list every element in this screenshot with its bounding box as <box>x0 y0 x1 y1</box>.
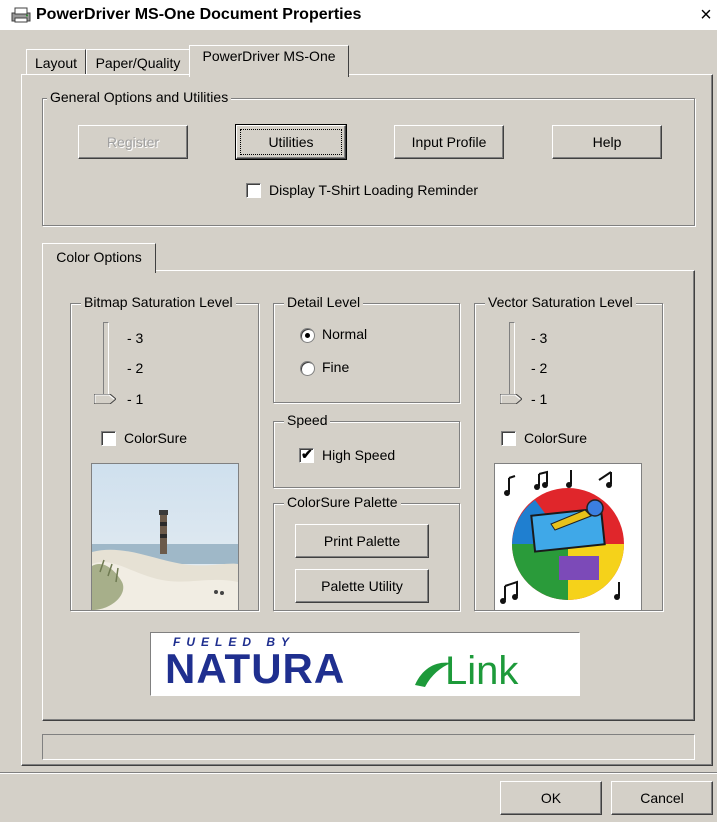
naturalink-logo: FUELED BY NATURA Link <box>150 632 580 696</box>
tshirt-reminder-checkbox[interactable] <box>246 183 261 198</box>
close-icon[interactable]: × <box>696 4 716 26</box>
high-speed-checkbox[interactable]: ✔ <box>299 446 314 463</box>
footer-separator <box>0 772 717 774</box>
palette-utility-button[interactable]: Palette Utility <box>295 569 429 603</box>
vector-saturation-track <box>509 322 515 404</box>
vector-tick-1: - 1 <box>531 391 548 407</box>
input-profile-button[interactable]: Input Profile <box>394 125 504 159</box>
print-palette-button-label: Print Palette <box>323 533 401 549</box>
general-options-group: General Options and Utilities <box>42 89 695 226</box>
radio-selected-dot <box>305 333 310 338</box>
tab-paper-quality[interactable]: Paper/Quality <box>86 49 190 76</box>
bitmap-tick-1: - 1 <box>127 391 144 407</box>
logo-brand-left: NATURA <box>165 645 346 692</box>
tab-powerdriver-label: PowerDriver MS-One <box>202 48 336 64</box>
checkmark-icon: ✔ <box>301 446 313 462</box>
bitmap-colorsure-label: ColorSure <box>124 430 188 446</box>
tab-layout-label: Layout <box>34 55 78 71</box>
bitmap-colorsure-checkbox[interactable] <box>101 431 116 446</box>
focus-ring <box>240 129 342 155</box>
speed-legend: Speed <box>284 412 331 428</box>
bitmap-saturation-legend: Bitmap Saturation Level <box>81 294 236 310</box>
bitmap-saturation-slider-thumb[interactable] <box>94 394 116 404</box>
vector-tick-2: - 2 <box>531 360 548 376</box>
properties-window: PowerDriver MS-One Document Properties ×… <box>0 0 717 822</box>
detail-level-legend: Detail Level <box>284 294 364 310</box>
utilities-button[interactable]: Utilities <box>235 124 347 160</box>
cancel-button-label: Cancel <box>640 790 684 806</box>
detail-fine-label: Fine <box>322 359 350 375</box>
bitmap-preview-image <box>91 463 239 611</box>
colorsure-palette-legend: ColorSure Palette <box>284 494 401 510</box>
tab-color-options-label: Color Options <box>56 249 142 265</box>
tshirt-reminder-label: Display T-Shirt Loading Reminder <box>269 182 479 198</box>
tab-color-options[interactable]: Color Options <box>42 243 156 273</box>
detail-normal-label: Normal <box>322 326 368 342</box>
window-title: PowerDriver MS-One Document Properties <box>36 6 362 23</box>
help-button[interactable]: Help <box>552 125 662 159</box>
bitmap-saturation-track <box>103 322 109 404</box>
ok-button-label: OK <box>540 790 562 806</box>
vector-saturation-legend: Vector Saturation Level <box>485 294 636 310</box>
logo-brand-right: Link <box>445 649 519 693</box>
input-profile-button-label: Input Profile <box>411 134 487 150</box>
detail-fine-radio[interactable] <box>300 361 315 376</box>
tab-paper-quality-label: Paper/Quality <box>95 55 181 71</box>
register-button-label: Register <box>106 134 160 150</box>
vector-colorsure-label: ColorSure <box>524 430 588 446</box>
detail-normal-radio[interactable] <box>300 328 315 343</box>
cancel-button[interactable]: Cancel <box>611 781 713 815</box>
palette-utility-button-label: Palette Utility <box>321 578 403 594</box>
register-button[interactable]: Register <box>78 125 188 159</box>
print-palette-button[interactable]: Print Palette <box>295 524 429 558</box>
printer-icon <box>11 7 31 23</box>
high-speed-label: High Speed <box>322 447 396 463</box>
bitmap-tick-3: - 3 <box>127 330 144 346</box>
tab-layout[interactable]: Layout <box>26 49 86 76</box>
general-options-legend: General Options and Utilities <box>47 89 232 105</box>
tab-powerdriver[interactable]: PowerDriver MS-One <box>189 45 349 77</box>
ok-button[interactable]: OK <box>500 781 602 815</box>
bitmap-tick-2: - 2 <box>127 360 144 376</box>
vector-preview-image <box>494 463 642 611</box>
detail-level-group: Detail Level <box>273 294 460 403</box>
title-bar: PowerDriver MS-One Document Properties × <box>0 0 717 30</box>
status-bar <box>42 734 695 760</box>
vector-tick-3: - 3 <box>531 330 548 346</box>
vector-saturation-slider-thumb[interactable] <box>500 394 522 404</box>
vector-colorsure-checkbox[interactable] <box>501 431 516 446</box>
help-button-label: Help <box>592 134 622 150</box>
